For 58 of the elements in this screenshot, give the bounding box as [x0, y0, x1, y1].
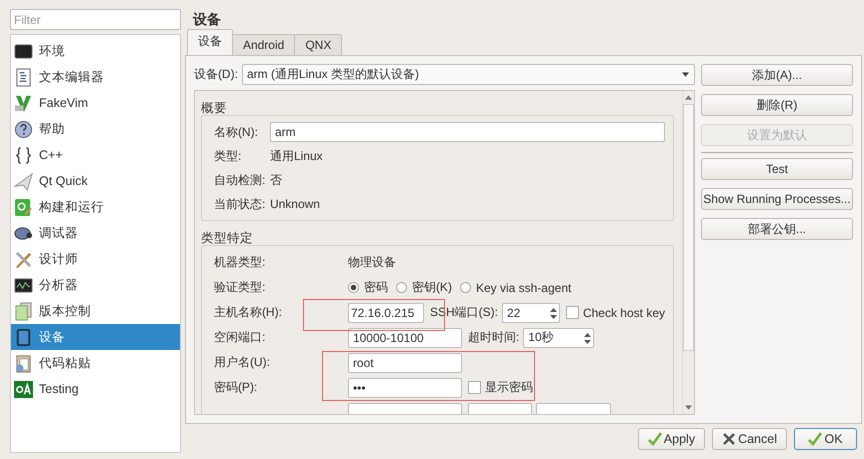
side-button[interactable]: 删除(R): [701, 94, 853, 116]
device-label: 设备(D):: [194, 66, 238, 83]
radio-button[interactable]: 密码: [348, 279, 388, 296]
field-label: 主机名称(H):: [214, 304, 283, 321]
group-title: 概要: [200, 100, 228, 115]
field-label: 超时时间:: [468, 329, 520, 346]
ok-button[interactable]: OK: [794, 428, 857, 450]
side-button[interactable]: 部署公钥...: [701, 218, 853, 240]
ports-field[interactable]: 10000-10100: [348, 328, 462, 348]
name-field[interactable]: arm: [270, 122, 665, 142]
port-spinbox[interactable]: 22: [502, 302, 560, 322]
field-label: 自动检测:: [214, 172, 266, 188]
field-label: 验证类型:: [214, 279, 266, 296]
filter-field[interactable]: Filter: [10, 9, 181, 30]
sidebar-item[interactable]: 帮助: [11, 116, 180, 142]
field-value: Unknown: [270, 197, 320, 211]
sidebar-item[interactable]: 代码粘贴: [11, 350, 180, 376]
sidebar-item[interactable]: Qt Quick: [11, 168, 180, 194]
radio-button[interactable]: 密钥(K): [396, 279, 452, 296]
password-field[interactable]: •••: [348, 378, 462, 398]
sidebar-item[interactable]: FakeVim: [11, 90, 180, 116]
sidebar-item[interactable]: 设计师: [11, 246, 180, 272]
sidebar-item[interactable]: 设备: [11, 324, 180, 350]
device-dropdown[interactable]: arm (通用Linux 类型的默认设备): [242, 64, 695, 85]
sidebar-item[interactable]: 版本控制: [11, 298, 180, 324]
sidebar-item[interactable]: 调试器: [11, 220, 180, 246]
apply-button[interactable]: Apply: [638, 428, 706, 450]
field-value: 物理设备: [348, 254, 396, 271]
field-value: 否: [270, 172, 282, 188]
sidebar-item[interactable]: C++: [11, 142, 180, 168]
field-value: 通用Linux: [270, 148, 323, 164]
field-label: 空闲端口:: [214, 329, 266, 346]
sidebar-item[interactable]: Testing: [11, 376, 180, 402]
sidebar-item[interactable]: 构建和运行: [11, 194, 180, 220]
group-title: 类型特定: [200, 230, 254, 245]
side-button[interactable]: Test: [701, 158, 853, 180]
side-button[interactable]: 添加(A)...: [701, 64, 853, 86]
field-label: 名称(N):: [214, 124, 259, 140]
checkbox[interactable]: 显示密码: [468, 379, 533, 396]
field-label: 密码(P):: [214, 379, 258, 396]
sidebar-item[interactable]: 环境: [11, 38, 180, 64]
field-label: 当前状态:: [214, 196, 266, 212]
radio-button[interactable]: Key via ssh-agent: [460, 280, 572, 294]
host-field[interactable]: 72.16.0.215: [348, 302, 424, 322]
timeout-spinbox[interactable]: 10秒: [523, 328, 594, 348]
tab[interactable]: Android: [232, 34, 296, 55]
field-label: 用户名(U):: [214, 354, 271, 371]
sidebar-item[interactable]: 分析器: [11, 272, 180, 298]
checkbox[interactable]: Check host key: [566, 306, 665, 320]
side-button[interactable]: Show Running Processes...: [701, 188, 853, 210]
tab[interactable]: QNX: [294, 34, 342, 55]
username-field[interactable]: root: [348, 352, 462, 372]
field-label: 机器类型:: [214, 254, 266, 271]
field-label: 类型:: [214, 148, 242, 164]
sidebar-item[interactable]: 文本编辑器: [11, 64, 180, 90]
page-title: 设备: [192, 10, 222, 29]
tab[interactable]: 设备: [186, 29, 233, 55]
cancel-button[interactable]: Cancel: [712, 428, 787, 450]
